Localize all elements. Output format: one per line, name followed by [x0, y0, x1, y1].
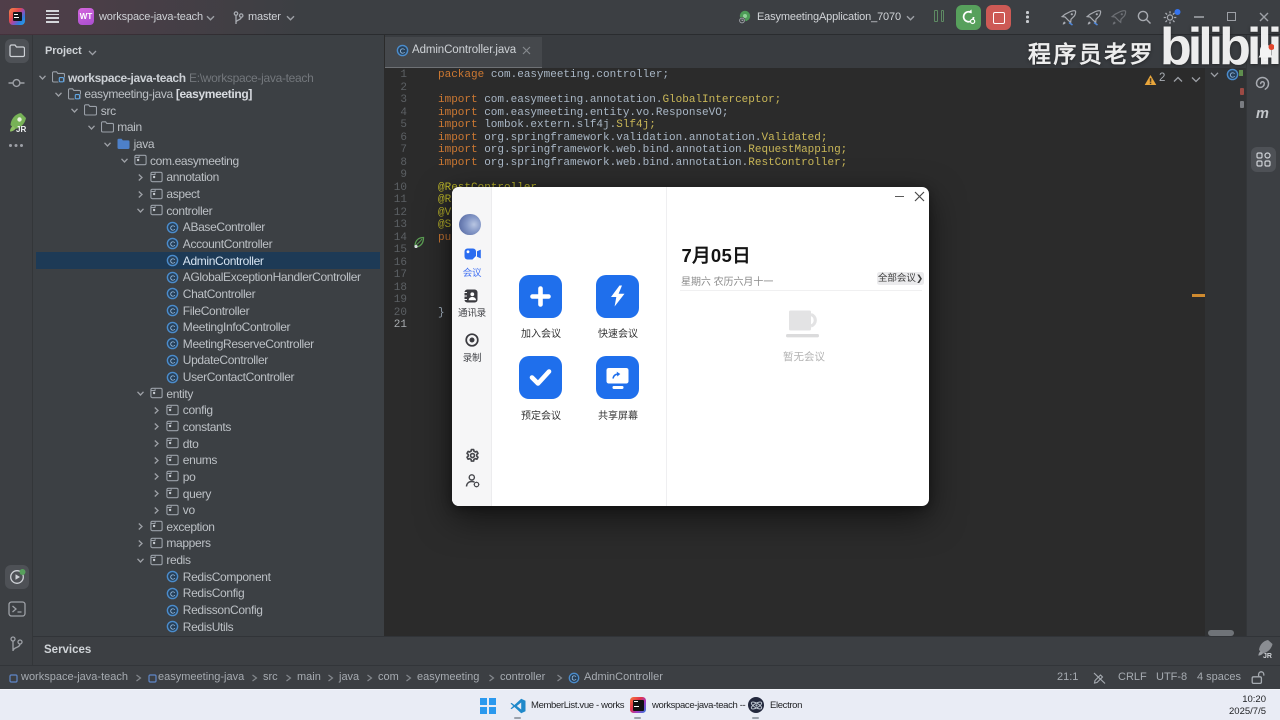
svg-text:C: C [571, 676, 576, 683]
svg-text:C: C [400, 46, 406, 55]
svg-text:JR: JR [1263, 653, 1272, 660]
